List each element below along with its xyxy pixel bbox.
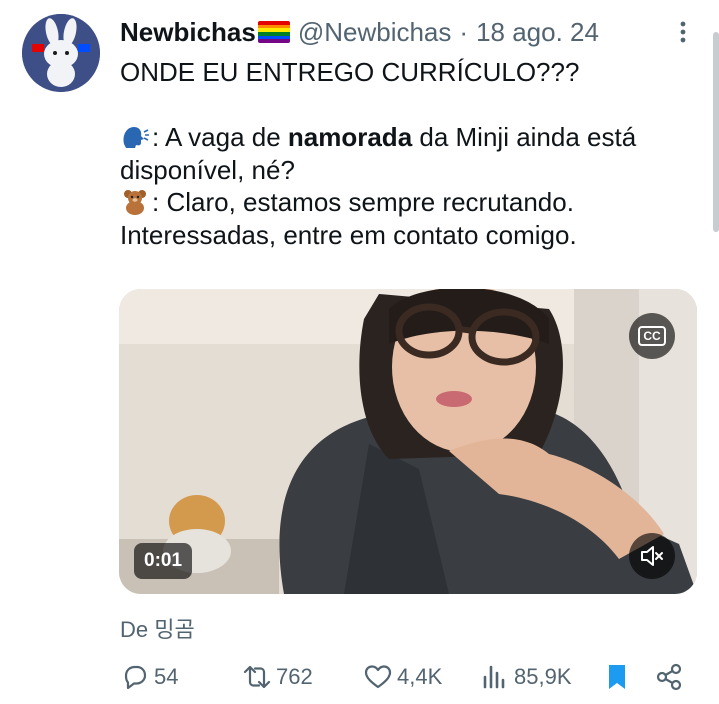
display-name[interactable]: Newbichas [120, 17, 256, 48]
video-thumbnail [119, 289, 697, 594]
bookmark-icon [609, 665, 625, 689]
tweet-date[interactable]: 18 ago. 24 [476, 17, 599, 48]
retweet-icon [243, 665, 271, 689]
question-bold: namorada [287, 122, 413, 152]
tweet-answer: : Claro, estamos sempre recrutando. Inte… [120, 186, 690, 251]
video-player[interactable]: CC 0:01 [119, 289, 697, 594]
like-button[interactable]: 4,4K [363, 660, 442, 694]
bunny-avatar-icon [22, 14, 100, 92]
retweet-count: 762 [276, 664, 313, 689]
user-handle[interactable]: @Newbichas [298, 17, 452, 48]
tweet-text: ONDE EU ENTREGO CURRÍCULO??? : A vaga de… [120, 56, 690, 251]
captions-label: CC [638, 326, 666, 346]
tweet-header: Newbichas @Newbichas · 18 ago. 24 [120, 14, 679, 50]
answer-text: : Claro, estamos sempre recrutando. Inte… [120, 187, 577, 250]
heart-icon [364, 665, 392, 689]
action-bar: 54 762 4,4K 85,9K [120, 660, 685, 694]
more-icon[interactable] [669, 18, 697, 46]
views-icon [483, 665, 505, 689]
muted-speaker-icon [641, 546, 663, 566]
like-count: 4,4K [397, 664, 443, 689]
scrollbar[interactable] [713, 32, 719, 232]
mute-button[interactable] [629, 533, 675, 579]
video-timestamp: 0:01 [134, 543, 193, 579]
views-button[interactable]: 85,9K [480, 660, 572, 694]
question-prefix: : A vaga de [152, 122, 288, 152]
reply-count: 54 [154, 664, 179, 689]
speaking-head-icon [123, 127, 149, 148]
separator: · [459, 16, 469, 47]
rainbow-flag-icon [257, 21, 290, 43]
teddy-bear-icon [124, 190, 146, 215]
tweet-line-1: ONDE EU ENTREGO CURRÍCULO??? [120, 57, 580, 87]
retweet-button[interactable]: 762 [242, 660, 313, 694]
tweet-question: : A vaga de namorada da Minji ainda está… [120, 121, 690, 186]
share-icon [656, 663, 682, 691]
share-button[interactable] [654, 660, 688, 694]
source-attribution[interactable]: De 밍곰 [120, 612, 195, 644]
captions-button[interactable]: CC [629, 313, 675, 359]
bookmark-button[interactable] [602, 660, 636, 694]
avatar[interactable] [22, 14, 100, 92]
reply-button[interactable]: 54 [120, 660, 178, 694]
view-count: 85,9K [514, 664, 572, 689]
reply-icon [124, 665, 147, 690]
